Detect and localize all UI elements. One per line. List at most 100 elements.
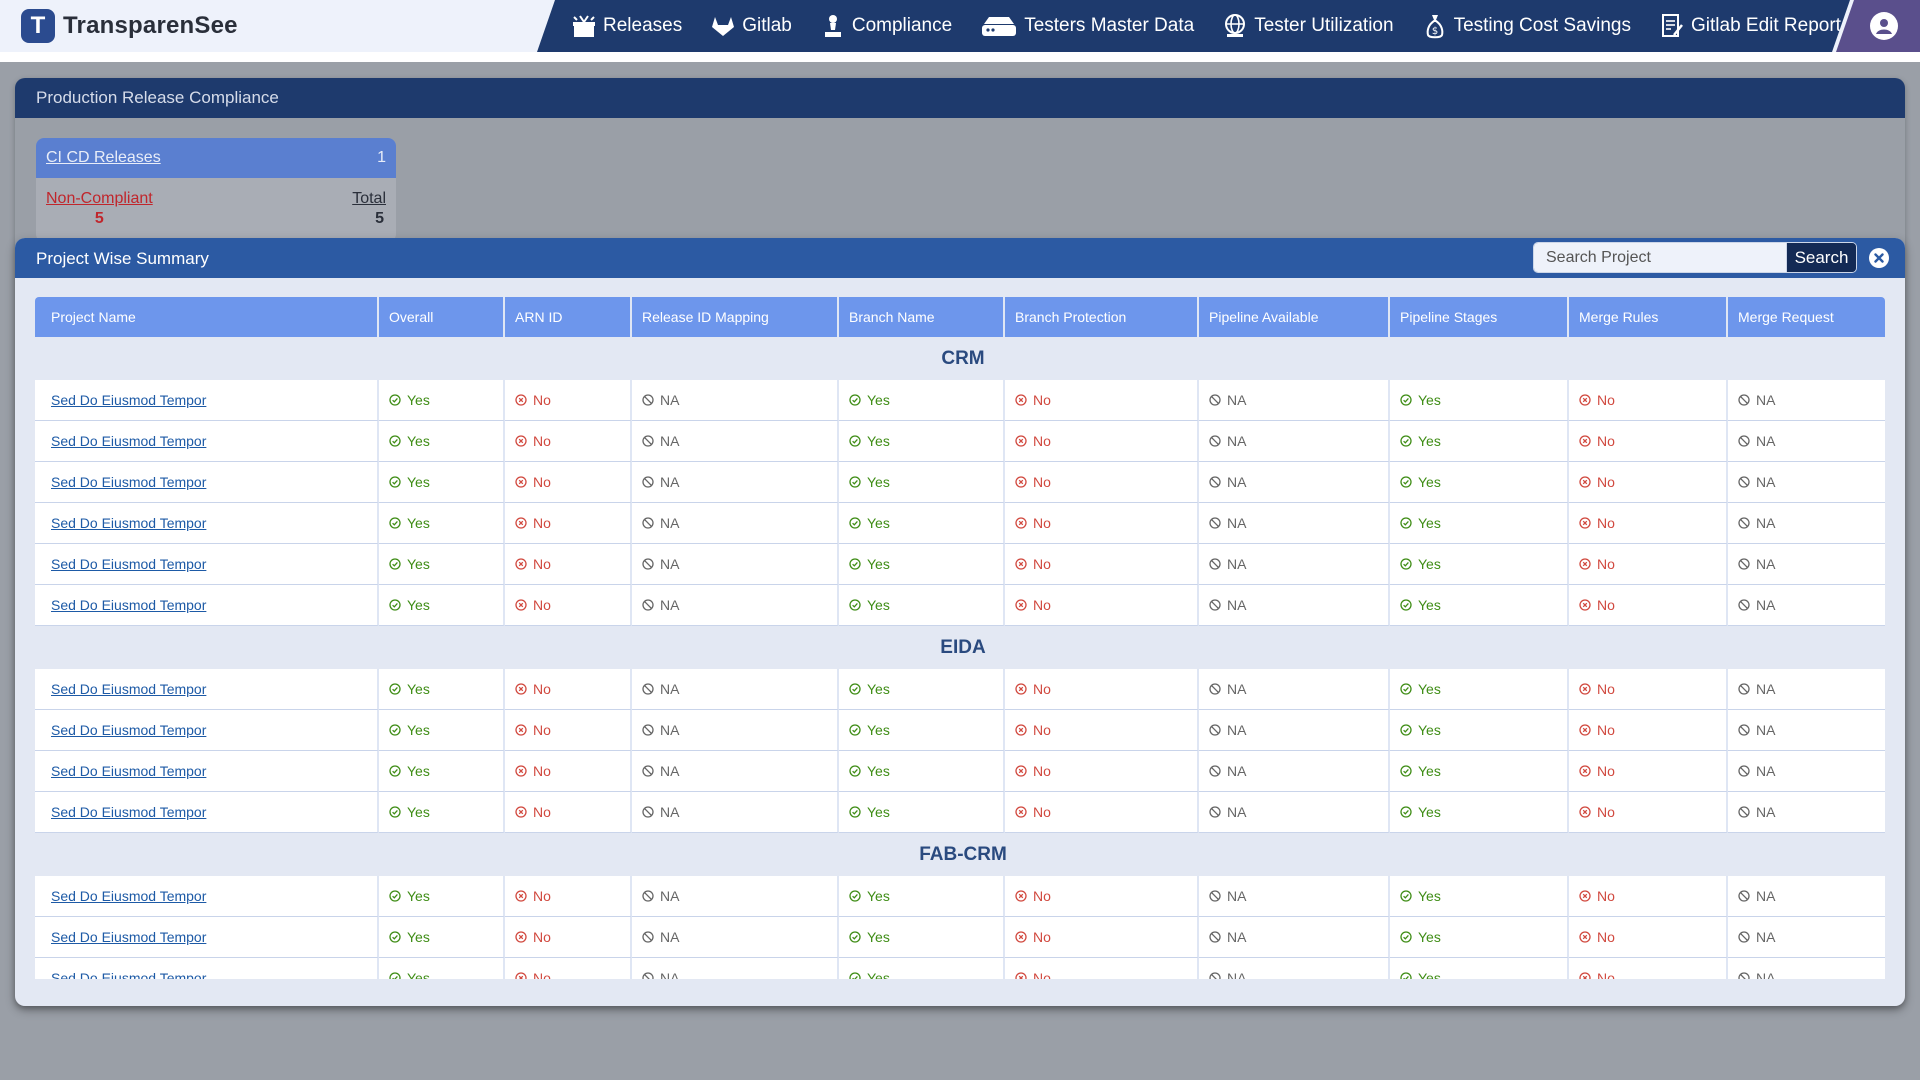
status-cell: No bbox=[505, 669, 632, 710]
status-badge: No bbox=[515, 515, 551, 531]
status-text: NA bbox=[1756, 762, 1776, 779]
status-cell: No bbox=[505, 876, 632, 917]
nav-testers-master-data[interactable]: Testers Master Data bbox=[966, 0, 1208, 52]
total-link[interactable]: Total bbox=[352, 190, 386, 208]
table-row: Sed Do Eiusmod Tempor Yes No NA Yes No NA Yes No… bbox=[35, 669, 1885, 710]
status-text: NA bbox=[660, 432, 680, 449]
status-text: Yes bbox=[407, 473, 430, 490]
project-link[interactable]: Sed Do Eiusmod Tempor bbox=[51, 392, 206, 408]
block-icon bbox=[1738, 516, 1756, 529]
user-avatar-icon bbox=[1870, 12, 1898, 40]
status-cell: Yes bbox=[839, 751, 1005, 792]
status-cell: NA bbox=[632, 544, 839, 585]
status-text: Yes bbox=[407, 803, 430, 820]
project-link[interactable]: Sed Do Eiusmod Tempor bbox=[51, 597, 206, 613]
x-circle-icon bbox=[1015, 557, 1033, 570]
status-badge: Yes bbox=[849, 597, 890, 613]
project-name-cell: Sed Do Eiusmod Tempor bbox=[35, 669, 379, 710]
nav-tester-utilization[interactable]: Tester Utilization bbox=[1208, 0, 1407, 52]
brand-logo: T bbox=[21, 9, 55, 43]
search-input[interactable] bbox=[1534, 243, 1786, 272]
brand[interactable]: T TransparenSee bbox=[21, 9, 238, 43]
status-text: Yes bbox=[407, 680, 430, 697]
project-link[interactable]: Sed Do Eiusmod Tempor bbox=[51, 763, 206, 779]
block-icon bbox=[1209, 598, 1227, 611]
status-text: No bbox=[1597, 887, 1615, 904]
status-text: Yes bbox=[1418, 680, 1441, 697]
project-name-cell: Sed Do Eiusmod Tempor bbox=[35, 544, 379, 585]
status-text: No bbox=[1033, 803, 1051, 820]
money-bag-icon: $ bbox=[1422, 13, 1448, 39]
group-title: EIDA bbox=[35, 626, 1885, 669]
project-link[interactable]: Sed Do Eiusmod Tempor bbox=[51, 556, 206, 572]
status-cell: No bbox=[1005, 380, 1199, 421]
status-cell: Yes bbox=[1390, 503, 1569, 544]
block-icon bbox=[1738, 682, 1756, 695]
status-text: NA bbox=[1227, 514, 1247, 531]
check-circle-icon bbox=[389, 598, 407, 611]
close-button[interactable] bbox=[1869, 248, 1889, 268]
status-text: No bbox=[1597, 928, 1615, 945]
x-circle-icon bbox=[1015, 889, 1033, 902]
nav-gitlab[interactable]: Gitlab bbox=[696, 0, 806, 52]
status-text: Yes bbox=[867, 762, 890, 779]
card-title-link[interactable]: CI CD Releases bbox=[46, 149, 161, 167]
project-name-cell: Sed Do Eiusmod Tempor bbox=[35, 503, 379, 544]
status-cell: NA bbox=[1199, 462, 1390, 503]
status-text: Yes bbox=[1418, 555, 1441, 572]
status-badge: Yes bbox=[1400, 970, 1441, 979]
project-link[interactable]: Sed Do Eiusmod Tempor bbox=[51, 722, 206, 738]
project-name-cell: Sed Do Eiusmod Tempor bbox=[35, 585, 379, 626]
project-link[interactable]: Sed Do Eiusmod Tempor bbox=[51, 804, 206, 820]
status-cell: Yes bbox=[1390, 380, 1569, 421]
nav-testing-cost-savings[interactable]: $ Testing Cost Savings bbox=[1408, 0, 1645, 52]
status-text: No bbox=[1033, 887, 1051, 904]
status-cell: No bbox=[1569, 380, 1728, 421]
status-text: No bbox=[533, 762, 551, 779]
project-link[interactable]: Sed Do Eiusmod Tempor bbox=[51, 681, 206, 697]
project-link[interactable]: Sed Do Eiusmod Tempor bbox=[51, 970, 206, 979]
status-text: Yes bbox=[1418, 432, 1441, 449]
nav-compliance[interactable]: Compliance bbox=[806, 0, 966, 52]
modal-title: Project Wise Summary bbox=[36, 249, 209, 268]
status-text: Yes bbox=[867, 680, 890, 697]
status-cell: Yes bbox=[839, 421, 1005, 462]
status-cell: Yes bbox=[839, 544, 1005, 585]
check-circle-icon bbox=[1400, 682, 1418, 695]
status-text: NA bbox=[1227, 432, 1247, 449]
project-link[interactable]: Sed Do Eiusmod Tempor bbox=[51, 888, 206, 904]
x-circle-icon bbox=[515, 930, 533, 943]
status-text: No bbox=[533, 969, 551, 980]
project-link[interactable]: Sed Do Eiusmod Tempor bbox=[51, 474, 206, 490]
status-cell: No bbox=[1005, 792, 1199, 833]
status-cell: No bbox=[505, 958, 632, 979]
block-icon bbox=[642, 682, 660, 695]
status-cell: NA bbox=[632, 710, 839, 751]
status-badge: NA bbox=[642, 763, 679, 779]
check-circle-icon bbox=[389, 434, 407, 447]
search-button[interactable]: Search bbox=[1786, 243, 1856, 272]
status-badge: No bbox=[515, 722, 551, 738]
project-name-cell: Sed Do Eiusmod Tempor bbox=[35, 958, 379, 979]
edit-report-icon bbox=[1659, 13, 1685, 39]
project-link[interactable]: Sed Do Eiusmod Tempor bbox=[51, 433, 206, 449]
status-text: NA bbox=[1227, 721, 1247, 738]
status-badge: Yes bbox=[849, 392, 890, 408]
check-circle-icon bbox=[1400, 930, 1418, 943]
status-badge: NA bbox=[642, 970, 679, 979]
project-link[interactable]: Sed Do Eiusmod Tempor bbox=[51, 929, 206, 945]
status-cell: Yes bbox=[839, 669, 1005, 710]
status-badge: NA bbox=[642, 474, 679, 490]
non-compliant-link[interactable]: Non-Compliant bbox=[46, 190, 153, 208]
status-text: Yes bbox=[867, 514, 890, 531]
block-icon bbox=[1738, 393, 1756, 406]
summary-table-container[interactable]: Project Name Overall ARN ID Release ID Mapp… bbox=[35, 297, 1885, 979]
status-cell: NA bbox=[1728, 380, 1885, 421]
project-link[interactable]: Sed Do Eiusmod Tempor bbox=[51, 515, 206, 531]
nav-releases[interactable]: Releases bbox=[557, 0, 696, 52]
block-icon bbox=[1209, 764, 1227, 777]
nav-gitlab-edit-report[interactable]: Gitlab Edit Report bbox=[1645, 0, 1855, 52]
check-circle-icon bbox=[849, 557, 867, 570]
status-cell: No bbox=[1005, 917, 1199, 958]
x-circle-icon bbox=[515, 393, 533, 406]
